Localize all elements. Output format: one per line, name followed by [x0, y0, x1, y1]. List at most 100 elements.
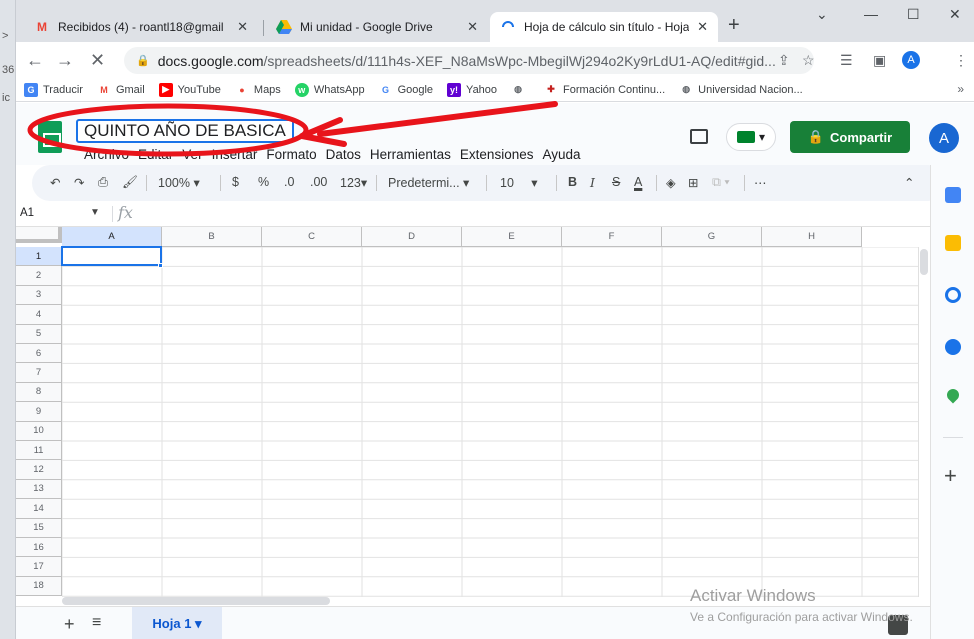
column-header-a[interactable]: A — [62, 227, 162, 247]
add-addon-icon[interactable]: + — [944, 463, 957, 489]
meet-button[interactable]: ▾ — [726, 123, 776, 151]
name-box[interactable]: A1 — [20, 207, 34, 219]
account-avatar[interactable]: A — [929, 123, 959, 153]
maps-icon[interactable] — [944, 386, 962, 404]
zoom-select[interactable]: 100% ▾ — [158, 175, 200, 190]
chevron-down-icon[interactable]: ▼ — [90, 207, 100, 218]
all-sheets-button[interactable]: ≡ — [92, 614, 101, 632]
select-all-corner[interactable] — [16, 227, 62, 243]
forward-arrow-icon[interactable]: → — [56, 50, 74, 71]
row-header-8[interactable]: 8 — [16, 382, 62, 403]
row-header-14[interactable]: 14 — [16, 499, 62, 519]
bookmark-gmail[interactable]: M Gmail — [97, 83, 144, 97]
share-page-icon[interactable]: ⇪ — [778, 52, 790, 69]
row-header-10[interactable]: 10 — [16, 421, 62, 441]
column-header-b[interactable]: B — [162, 227, 262, 247]
formula-input[interactable] — [142, 205, 922, 225]
contacts-icon[interactable] — [945, 339, 961, 355]
row-header-7[interactable]: 7 — [16, 363, 62, 383]
print-icon[interactable]: ⎙ — [98, 175, 108, 190]
borders-icon[interactable]: ⊞ — [688, 175, 698, 190]
sheets-logo-icon[interactable] — [38, 121, 62, 153]
bookmark-formacion[interactable]: ✚ Formación Continu... — [544, 83, 665, 97]
bookmark-google[interactable]: G Google — [379, 83, 433, 97]
row-header-2[interactable]: 2 — [16, 266, 62, 286]
profile-avatar[interactable]: A — [902, 51, 920, 69]
tab-sheets-active[interactable]: Hoja de cálculo sin título - Hoja ✕ — [490, 12, 718, 42]
currency-format-button[interactable]: $ — [232, 175, 239, 189]
bookmark-whatsapp[interactable]: w WhatsApp — [294, 82, 365, 97]
back-arrow-icon[interactable]: ← — [26, 50, 44, 71]
document-title-input[interactable]: QUINTO AÑO DE BASICA — [76, 119, 294, 143]
side-panel-icon[interactable]: ▣ — [873, 52, 886, 69]
menu-ayuda[interactable]: Ayuda — [542, 147, 580, 162]
row-header-11[interactable]: 11 — [16, 441, 62, 461]
row-header-4[interactable]: 4 — [16, 305, 62, 325]
column-header-c[interactable]: C — [262, 227, 362, 247]
tab-drive[interactable]: Mi unidad - Google Drive ✕ — [266, 12, 488, 42]
column-header-f[interactable]: F — [562, 227, 662, 247]
fill-handle[interactable] — [158, 263, 163, 268]
bookmark-universidad[interactable]: ◍ Universidad Nacion... — [679, 83, 803, 97]
number-format-select[interactable]: 123▾ — [340, 175, 367, 190]
row-header-18[interactable]: 18 — [16, 576, 62, 597]
tab-gmail[interactable]: M Recibidos (4) - roantl18@gmail ✕ — [24, 12, 258, 42]
menu-extensiones[interactable]: Extensiones — [460, 147, 534, 162]
undo-icon[interactable]: ↶ — [50, 175, 60, 190]
more-options-icon[interactable]: ⋯ — [754, 175, 767, 190]
vertical-scrollbar[interactable] — [918, 247, 928, 597]
tasks-icon[interactable] — [945, 287, 961, 303]
row-header-9[interactable]: 9 — [16, 402, 62, 422]
menu-ver[interactable]: Ver — [182, 147, 202, 162]
kebab-menu-icon[interactable]: ⋮ — [954, 52, 968, 69]
row-header-12[interactable]: 12 — [16, 460, 62, 480]
strikethrough-button[interactable]: S — [612, 175, 620, 189]
bookmark-globe[interactable]: ◍ — [511, 83, 530, 97]
decrease-decimals-button[interactable]: .0 — [284, 175, 294, 189]
row-header-3[interactable]: 3 — [16, 285, 62, 306]
comment-history-icon[interactable] — [690, 129, 708, 144]
increase-decimals-button[interactable]: .00 — [310, 175, 327, 189]
menu-formato[interactable]: Formato — [266, 147, 316, 162]
bookmark-yahoo[interactable]: y! Yahoo — [447, 82, 497, 97]
scroll-thumb[interactable] — [920, 249, 928, 275]
column-header-g[interactable]: G — [662, 227, 762, 247]
row-header-6[interactable]: 6 — [16, 344, 62, 364]
close-icon[interactable]: ✕ — [697, 19, 708, 35]
close-icon[interactable]: ✕ — [237, 19, 248, 35]
collapse-menus-icon[interactable]: ⌃ — [904, 175, 914, 190]
font-size-select[interactable]: 10 ▾ — [500, 175, 538, 190]
bookmark-traducir[interactable]: G Traducir — [24, 82, 83, 97]
stop-loading-icon[interactable]: ✕ — [90, 50, 105, 71]
row-header-5[interactable]: 5 — [16, 324, 62, 344]
share-button[interactable]: 🔒 Compartir — [790, 121, 910, 153]
menu-editar[interactable]: Editar — [138, 147, 173, 162]
bookmark-star-icon[interactable]: ☆ — [802, 52, 815, 69]
row-header-13[interactable]: 13 — [16, 479, 62, 500]
minimize-button[interactable]: — — [864, 6, 878, 22]
row-header-16[interactable]: 16 — [16, 538, 62, 558]
new-tab-button[interactable]: + — [728, 14, 740, 37]
menu-archivo[interactable]: Archivo — [84, 147, 129, 162]
font-family-select[interactable]: Predetermi... ▾ — [388, 175, 469, 190]
close-icon[interactable]: ✕ — [467, 19, 478, 35]
row-header-15[interactable]: 15 — [16, 518, 62, 538]
column-header-h[interactable]: H — [762, 227, 862, 247]
text-color-button[interactable]: A — [634, 175, 642, 189]
italic-button[interactable]: I — [590, 175, 595, 190]
redo-icon[interactable]: ↷ — [74, 175, 84, 190]
tab-search-icon[interactable]: ⌄ — [816, 6, 828, 23]
calendar-icon[interactable] — [945, 187, 961, 203]
paint-format-icon[interactable]: 🖌 — [122, 175, 138, 190]
keep-icon[interactable] — [945, 235, 961, 251]
add-sheet-button[interactable]: + — [64, 614, 75, 635]
bookmark-youtube[interactable]: ▶ YouTube — [158, 82, 221, 97]
bookmark-maps[interactable]: ● Maps — [235, 83, 281, 97]
bookmarks-overflow-icon[interactable]: » — [957, 82, 964, 96]
active-cell-a1[interactable] — [61, 246, 162, 266]
menu-herramientas[interactable]: Herramientas — [370, 147, 451, 162]
spreadsheet-grid[interactable]: ABCDEFGH 1 2 3 4 5 6 7 8 9 10 11 12 13 14 15 16 17 18 — [16, 227, 928, 597]
sheet-tab-hoja1[interactable]: Hoja 1 ▾ — [132, 607, 222, 639]
row-header-1[interactable]: 1 — [16, 247, 62, 267]
column-header-d[interactable]: D — [362, 227, 462, 247]
